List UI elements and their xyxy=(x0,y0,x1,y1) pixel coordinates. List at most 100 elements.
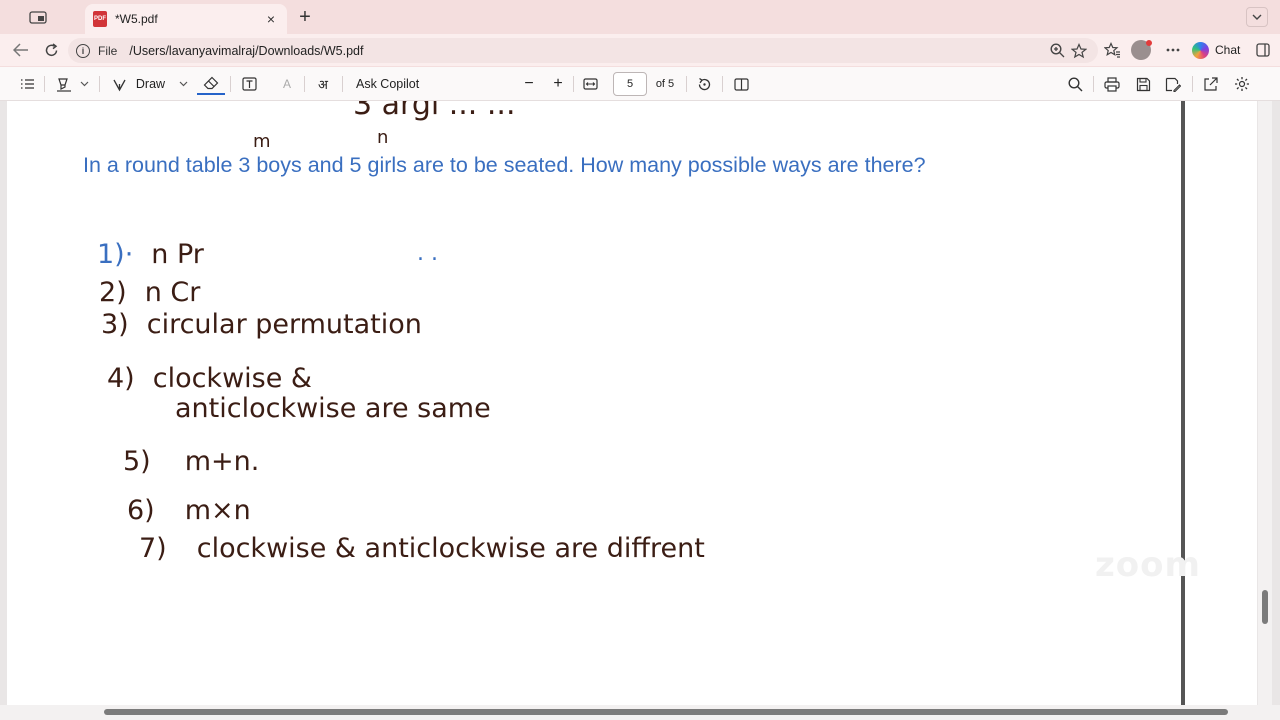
favorite-button[interactable] xyxy=(1068,41,1090,61)
draw-button[interactable]: Draw xyxy=(110,73,190,95)
answer-text: clockwise & anticlockwise are diffrent xyxy=(196,533,705,564)
ask-copilot-button[interactable]: Ask Copilot xyxy=(356,73,426,95)
answer-line-4-continued: anticlockwise are same xyxy=(175,393,491,424)
rotate-button[interactable] xyxy=(694,73,714,95)
print-button[interactable] xyxy=(1101,73,1123,95)
answer-line-2: 2) n Cr xyxy=(99,277,200,308)
settings-more-button[interactable] xyxy=(1162,40,1184,60)
page-view-button[interactable] xyxy=(731,73,751,95)
zoom-watermark: zoom xyxy=(1095,545,1201,585)
navigation-bar: i File /Users/lavanyavimalraj/Downloads/… xyxy=(0,34,1280,66)
chevron-down-icon xyxy=(179,81,188,87)
address-scheme-label: File xyxy=(98,43,118,58)
fit-width-button[interactable] xyxy=(580,73,600,95)
toolbar-separator xyxy=(99,76,100,92)
expand-icon xyxy=(1204,77,1218,91)
find-button[interactable] xyxy=(1064,73,1086,95)
answer-number: 5) xyxy=(123,446,151,477)
answer-line-3: 3) circular permutation xyxy=(101,309,422,340)
text-format-button[interactable]: A xyxy=(276,73,298,95)
answer-text: anticlockwise are same xyxy=(175,393,491,424)
save-icon xyxy=(1136,77,1150,91)
horizontal-scrollbar-thumb[interactable] xyxy=(104,709,1228,715)
gear-icon xyxy=(1235,77,1249,91)
toolbar-separator xyxy=(230,76,231,92)
answer-number: 3) xyxy=(101,309,129,340)
pdf-page[interactable]: 3 argi ... ... m n In a round table 3 bo… xyxy=(7,101,1183,705)
answer-line-5: 5) m+n. xyxy=(123,446,259,477)
save-button[interactable] xyxy=(1132,73,1154,95)
fit-width-icon xyxy=(582,78,598,90)
favorites-icon xyxy=(1103,42,1120,58)
contents-button[interactable] xyxy=(16,73,38,95)
eraser-icon xyxy=(203,76,219,90)
toolbar-separator xyxy=(44,76,45,92)
answer-text: circular permutation xyxy=(146,309,422,340)
question-text: In a round table 3 boys and 5 girls are … xyxy=(83,153,926,177)
address-url[interactable]: /Users/lavanyavimalraj/Downloads/W5.pdf xyxy=(129,44,1046,58)
read-aloud-button[interactable]: अ xyxy=(312,73,334,95)
highlight-button[interactable] xyxy=(52,73,92,95)
sidebar-icon xyxy=(1256,43,1270,57)
more-icon xyxy=(1166,48,1180,52)
previous-content-fragment: 3 argi ... ... xyxy=(353,101,516,122)
rotate-icon xyxy=(698,77,710,90)
search-icon xyxy=(1067,76,1082,91)
profile-notification-dot xyxy=(1146,40,1152,46)
eraser-button[interactable] xyxy=(197,73,225,95)
answer-text: m+n. xyxy=(184,446,260,477)
copilot-icon xyxy=(1192,41,1209,59)
list-icon xyxy=(20,79,34,89)
copilot-chat-button[interactable]: Chat xyxy=(1192,39,1240,61)
answer-number: 7) xyxy=(139,533,167,564)
printer-icon xyxy=(1104,76,1120,92)
new-tab-button[interactable]: + xyxy=(294,6,316,28)
vertical-scrollbar-thumb[interactable] xyxy=(1262,590,1268,624)
save-as-button[interactable] xyxy=(1162,73,1184,95)
address-bar[interactable]: i File /Users/lavanyavimalraj/Downloads/… xyxy=(68,38,1098,63)
tab-list-button[interactable] xyxy=(1246,7,1268,27)
draw-label: Draw xyxy=(135,77,166,91)
sidebar-toggle-button[interactable] xyxy=(1252,40,1274,60)
pdf-toolbar: Draw A अ Ask Copilot − + 5 of 5 xyxy=(0,67,1280,101)
annotation-m: m xyxy=(253,131,271,152)
tab-w5-pdf[interactable]: PDF *W5.pdf × xyxy=(85,4,287,34)
answer-number: 6) xyxy=(127,495,155,526)
toolbar-separator xyxy=(304,76,305,92)
save-as-icon xyxy=(1165,77,1181,92)
toolbar-separator xyxy=(342,76,343,92)
answer-line-4: 4) clockwise & xyxy=(107,363,312,394)
star-icon xyxy=(1071,42,1087,58)
tab-title: *W5.pdf xyxy=(115,12,158,26)
zoom-page-button[interactable] xyxy=(1046,41,1068,61)
zoom-in-button[interactable]: + xyxy=(548,73,568,95)
answer-number: 4) xyxy=(107,363,135,394)
pdf-file-icon: PDF xyxy=(93,11,107,27)
toolbar-separator xyxy=(1093,76,1094,92)
chevron-down-icon xyxy=(80,81,88,87)
answer-number: 2) xyxy=(99,277,127,308)
answer-text: n Pr xyxy=(151,239,204,270)
refresh-button[interactable] xyxy=(40,40,62,60)
answer-line-1: 1)· n Pr xyxy=(97,239,204,270)
favorites-button[interactable] xyxy=(1101,40,1123,60)
tab-actions-button[interactable] xyxy=(18,7,58,27)
add-text-button[interactable] xyxy=(238,73,260,95)
answer-number: 1)· xyxy=(97,239,134,270)
site-info-icon[interactable]: i xyxy=(76,43,90,58)
translate-icon: अ xyxy=(318,77,328,92)
tab-actions-icon xyxy=(29,10,47,24)
open-in-app-button[interactable] xyxy=(1200,73,1222,95)
zoom-out-button[interactable]: − xyxy=(519,73,539,95)
annotation-dots: . . xyxy=(417,241,438,266)
pdf-settings-button[interactable] xyxy=(1231,73,1253,95)
ask-copilot-label: Ask Copilot xyxy=(356,77,420,91)
tab-close-icon[interactable]: × xyxy=(263,11,279,27)
answer-text: clockwise & xyxy=(152,363,312,394)
toolbar-separator xyxy=(686,76,687,92)
page-total-label: of 5 xyxy=(655,78,675,90)
answer-line-7: 7) clockwise & anticlockwise are diffrent xyxy=(139,533,705,564)
page-number-input[interactable]: 5 xyxy=(613,72,647,96)
back-button[interactable] xyxy=(10,40,32,60)
arrow-left-icon xyxy=(13,43,28,57)
